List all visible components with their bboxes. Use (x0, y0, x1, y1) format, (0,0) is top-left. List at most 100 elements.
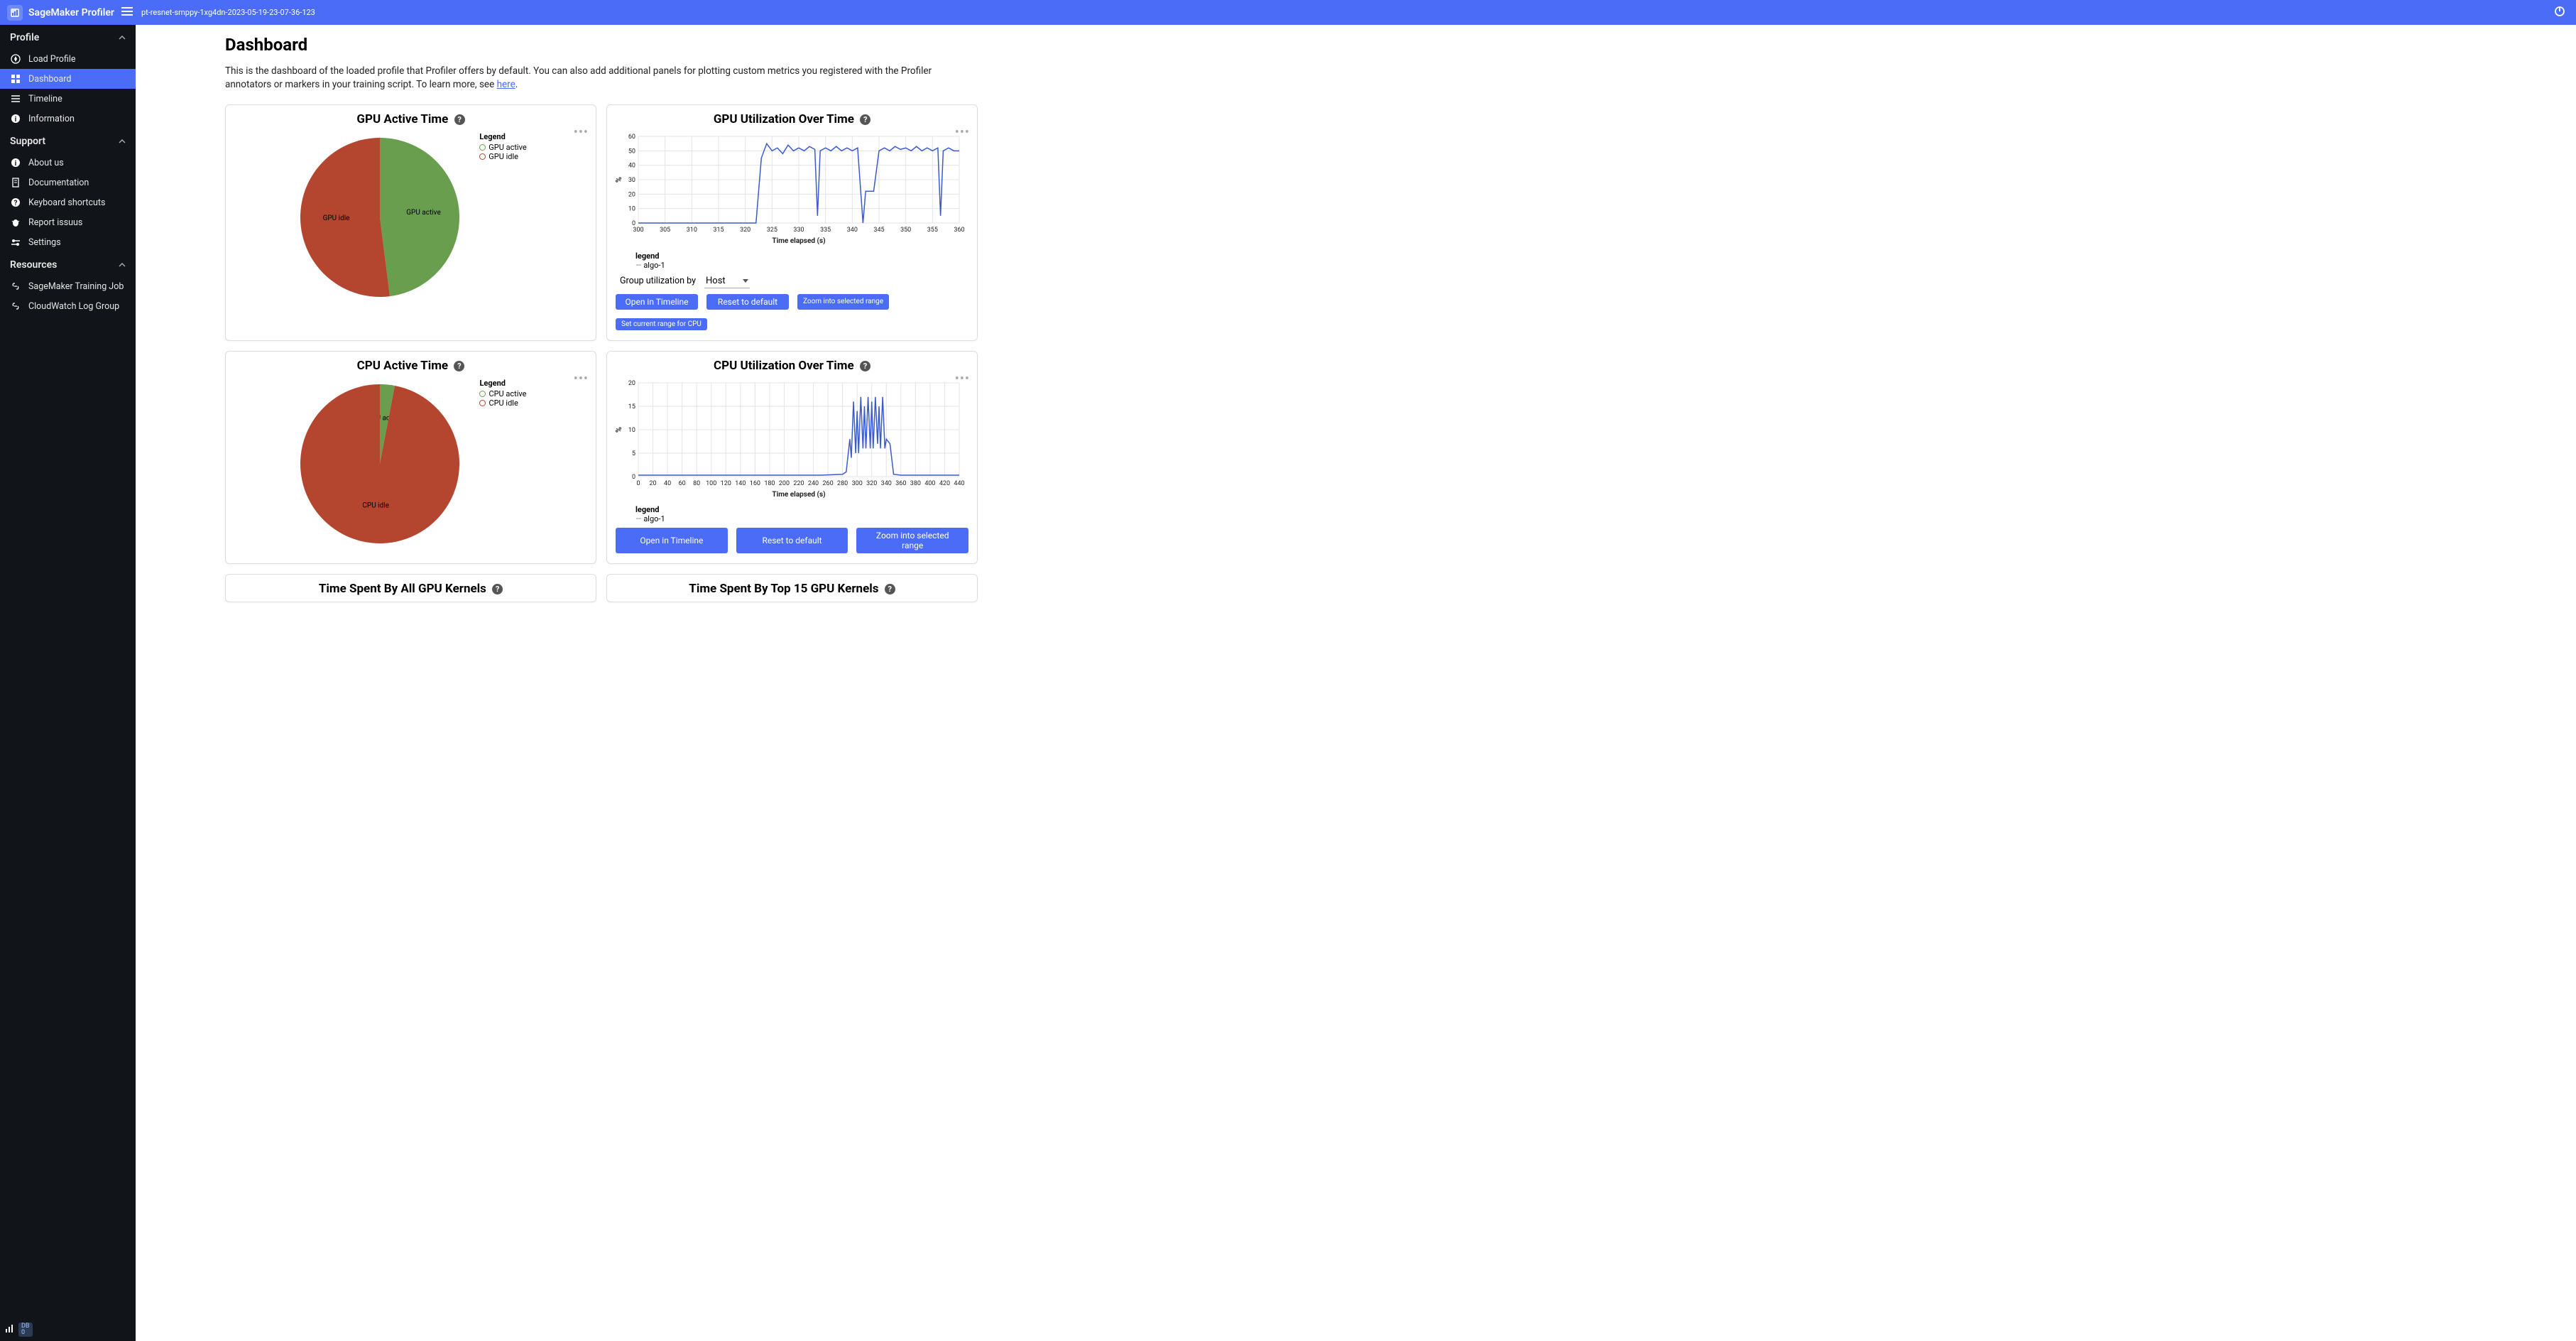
more-icon[interactable]: ••• (955, 371, 970, 386)
open-in-timeline-button[interactable]: Open in Timeline (616, 528, 728, 553)
more-icon[interactable]: ••• (574, 125, 589, 140)
sidebar-item-load-profile[interactable]: Load Profile (0, 49, 136, 69)
svg-text:15: 15 (628, 403, 635, 411)
sidebar-item-timeline[interactable]: Timeline (0, 89, 136, 109)
page-intro: This is the dashboard of the loaded prof… (225, 65, 978, 92)
cpu-utilization-line-chart: 0510152002040608010012014016018020022024… (616, 379, 968, 499)
sidebar-item-settings[interactable]: Settings (0, 232, 136, 252)
hamburger-icon[interactable] (121, 6, 133, 19)
sidebar-item-label: SageMaker Training Job (28, 281, 124, 292)
panel-cpu-utilization: CPU Utilization Over Time ? ••• 05101520… (606, 351, 978, 564)
panel-title-label: CPU Utilization Over Time (714, 359, 854, 373)
panel-gpu-kernels-top: Time Spent By Top 15 GPU Kernels ? (606, 574, 978, 602)
svg-text:%: % (616, 177, 623, 183)
svg-text:380: 380 (910, 480, 921, 487)
intro-link[interactable]: here (497, 79, 515, 90)
legend-header: Legend (479, 132, 526, 141)
svg-text:440: 440 (954, 480, 964, 487)
svg-text:260: 260 (822, 480, 833, 487)
sidebar-item-dashboard[interactable]: Dashboard (0, 69, 136, 89)
svg-text:20: 20 (649, 480, 656, 487)
chevron-up-icon (119, 261, 126, 268)
timeline-icon (10, 93, 21, 104)
svg-text:360: 360 (895, 480, 906, 487)
section-support[interactable]: Support (0, 129, 136, 153)
svg-text:350: 350 (900, 227, 911, 234)
panel-gpu-active-time: GPU Active Time ? ••• GPU activeGPU idle… (225, 104, 596, 341)
chart-icon[interactable] (4, 1323, 14, 1336)
sidebar-item-label: Information (28, 114, 75, 124)
db-badge: DB0 (18, 1323, 33, 1337)
svg-text:140: 140 (735, 480, 746, 487)
sidebar-item-cloudwatch-log[interactable]: CloudWatch Log Group (0, 296, 136, 316)
sidebar-item-label: Keyboard shortcuts (28, 197, 105, 208)
svg-text:280: 280 (837, 480, 848, 487)
help-icon[interactable]: ? (454, 361, 464, 371)
svg-text:i: i (15, 160, 17, 168)
legend-header: Legend (479, 379, 526, 388)
main-content: Dashboard This is the dashboard of the l… (136, 25, 2576, 1341)
page-title: Dashboard (225, 35, 2556, 55)
intro-text: This is the dashboard of the loaded prof… (225, 65, 932, 90)
section-profile-label: Profile (10, 32, 39, 43)
svg-text:20: 20 (628, 191, 635, 198)
set-range-for-cpu-button[interactable]: Set current range for CPU (616, 318, 707, 330)
zoom-selected-range-button[interactable]: Zoom into selected range (856, 528, 968, 553)
help-icon[interactable]: ? (860, 114, 871, 125)
svg-text:40: 40 (664, 480, 671, 487)
sidebar-item-label: Timeline (28, 94, 62, 104)
sidebar-item-report-issues[interactable]: Report issuus (0, 212, 136, 232)
svg-text:GPU idle: GPU idle (323, 215, 350, 222)
intro-post: . (515, 79, 518, 90)
svg-text:310: 310 (687, 227, 697, 234)
legend-swatch-active (479, 144, 486, 151)
sidebar-item-about[interactable]: i About us (0, 153, 136, 173)
open-in-timeline-button[interactable]: Open in Timeline (616, 294, 698, 310)
svg-text:220: 220 (793, 480, 804, 487)
sidebar-item-training-job[interactable]: SageMaker Training Job (0, 276, 136, 296)
svg-text:40: 40 (628, 162, 635, 169)
more-icon[interactable]: ••• (955, 125, 970, 140)
more-icon[interactable]: ••• (574, 371, 589, 386)
sidebar-item-keyboard-shortcuts[interactable]: ? Keyboard shortcuts (0, 192, 136, 212)
legend-swatch-idle (479, 400, 486, 406)
svg-text:Time elapsed (s): Time elapsed (s) (772, 237, 825, 245)
section-resources[interactable]: Resources (0, 252, 136, 276)
document-icon (10, 177, 21, 188)
group-by-select[interactable]: Host (704, 274, 750, 288)
svg-text:CPU idle: CPU idle (363, 501, 390, 509)
svg-text:0: 0 (632, 474, 635, 481)
svg-text:60: 60 (628, 134, 635, 141)
help-icon[interactable]: ? (454, 114, 465, 125)
help-icon[interactable]: ? (885, 584, 895, 595)
reset-to-default-button[interactable]: Reset to default (706, 294, 789, 310)
power-icon[interactable] (2553, 5, 2566, 21)
svg-text:160: 160 (750, 480, 760, 487)
svg-text:200: 200 (779, 480, 790, 487)
panel-title-label: Time Spent By Top 15 GPU Kernels (689, 582, 878, 596)
sidebar-item-information[interactable]: i Information (0, 109, 136, 129)
section-profile[interactable]: Profile (0, 25, 136, 49)
job-name-label: pt-resnet-smppy-1xg4dn-2023-05-19-23-07-… (141, 8, 315, 17)
legend-swatch-idle (479, 153, 486, 160)
gpu-utilization-line-chart: 0102030405060300305310315320325330335340… (616, 132, 968, 246)
sidebar-item-label: About us (28, 158, 64, 168)
svg-text:10: 10 (628, 205, 635, 212)
sidebar-bottom: DB0 (4, 1323, 33, 1337)
sidebar-item-label: Report issuus (28, 217, 82, 228)
panel-title-label: GPU Active Time (356, 112, 448, 126)
help-icon[interactable]: ? (860, 361, 871, 371)
svg-text:Time elapsed (s): Time elapsed (s) (772, 490, 825, 499)
svg-text:330: 330 (793, 227, 804, 234)
caret-down-icon (743, 279, 748, 283)
settings-icon (10, 237, 21, 248)
section-support-label: Support (10, 136, 45, 147)
sidebar-item-label: Dashboard (28, 74, 71, 85)
reset-to-default-button[interactable]: Reset to default (736, 528, 848, 553)
sidebar-item-documentation[interactable]: Documentation (0, 173, 136, 192)
legend-label: GPU idle (489, 152, 518, 161)
svg-text:0: 0 (636, 480, 640, 487)
sidebar-item-label: Load Profile (28, 54, 76, 65)
help-icon[interactable]: ? (492, 584, 503, 595)
zoom-selected-range-button[interactable]: Zoom into selected range (797, 294, 889, 310)
